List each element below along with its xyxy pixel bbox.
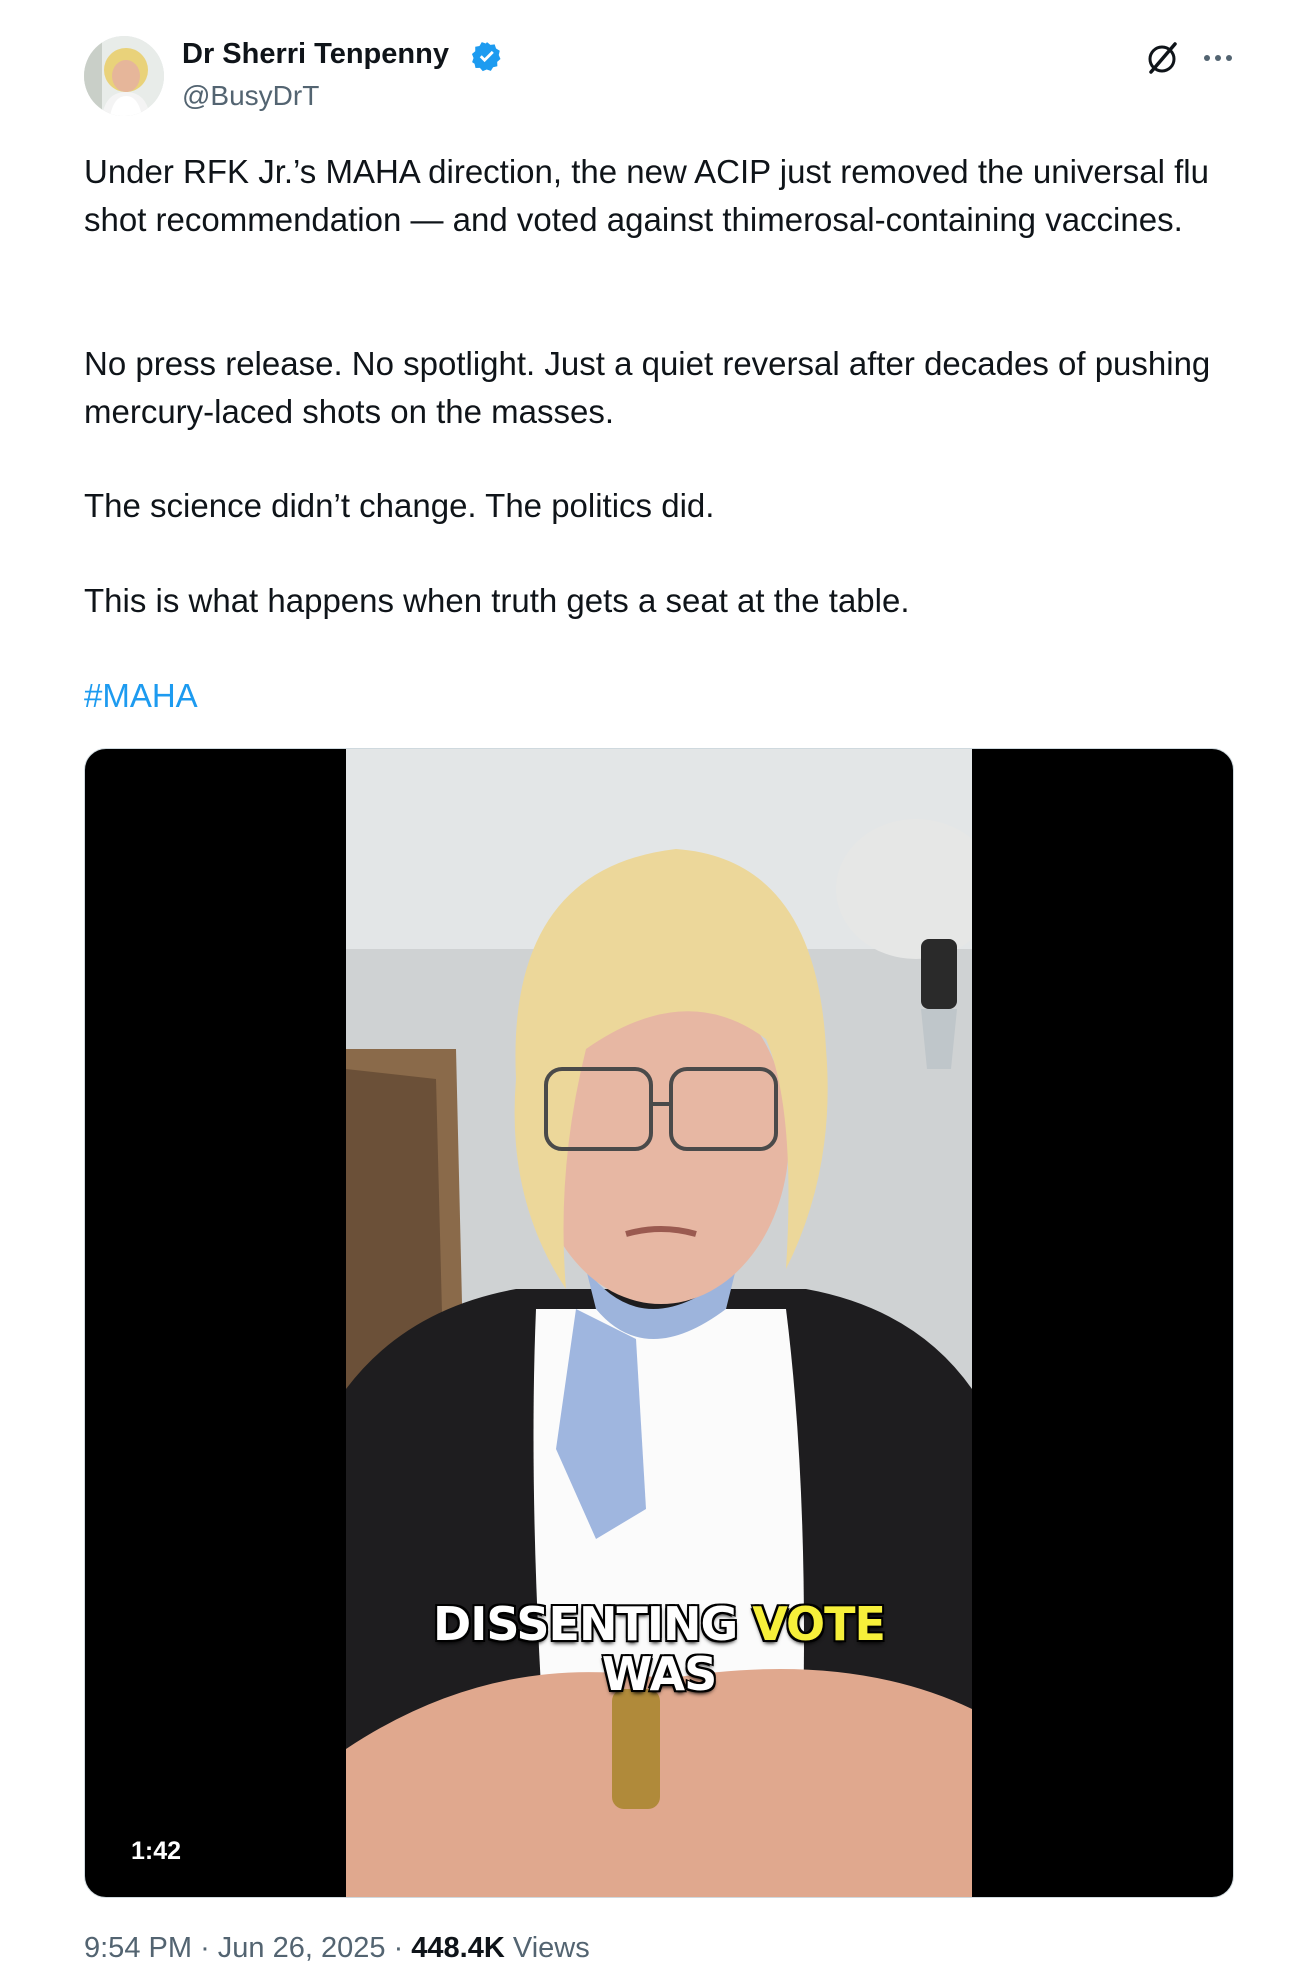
video-duration: 1:42 bbox=[119, 1831, 194, 1872]
avatar[interactable] bbox=[84, 36, 164, 116]
views-count: 448.4K bbox=[411, 1932, 505, 1964]
video-caption: DISSENTING VOTE WAS bbox=[346, 1599, 972, 1699]
post-paragraph-3: The science didn’t change. The politics … bbox=[84, 487, 715, 524]
meta-separator: · bbox=[393, 1932, 404, 1964]
grok-icon[interactable] bbox=[1143, 38, 1183, 78]
video-player[interactable]: DISSENTING VOTE WAS 1:42 bbox=[84, 748, 1234, 1898]
meta-separator: · bbox=[200, 1932, 210, 1964]
caption-word-dissenting: DISSENTING bbox=[433, 1597, 738, 1651]
avatar-image bbox=[84, 36, 164, 116]
caption-word-was: WAS bbox=[601, 1647, 717, 1701]
post-time[interactable]: 9:54 PM bbox=[84, 1932, 192, 1964]
tweet: Dr Sherri Tenpenny @BusyDrT Under RFK Jr… bbox=[0, 0, 1301, 1984]
views-label: Views bbox=[512, 1932, 590, 1964]
post-paragraph-4: This is what happens when truth gets a s… bbox=[84, 582, 910, 619]
caption-word-vote: VOTE bbox=[752, 1597, 886, 1651]
post-paragraph-2: No press release. No spotlight. Just a q… bbox=[84, 345, 1211, 430]
post-meta: 9:54 PM · Jun 26, 2025 · 448.4K Views bbox=[84, 1932, 590, 1965]
hashtag-link[interactable]: #MAHA bbox=[84, 672, 198, 720]
verified-badge-icon bbox=[471, 42, 501, 72]
post-date[interactable]: Jun 26, 2025 bbox=[218, 1932, 386, 1964]
handle[interactable]: @BusyDrT bbox=[182, 80, 319, 112]
post-paragraph-1: Under RFK Jr.’s MAHA direction, the new … bbox=[84, 153, 1209, 238]
more-icon[interactable] bbox=[1198, 40, 1238, 76]
video-frame bbox=[346, 749, 972, 1897]
display-name[interactable]: Dr Sherri Tenpenny bbox=[182, 38, 449, 71]
